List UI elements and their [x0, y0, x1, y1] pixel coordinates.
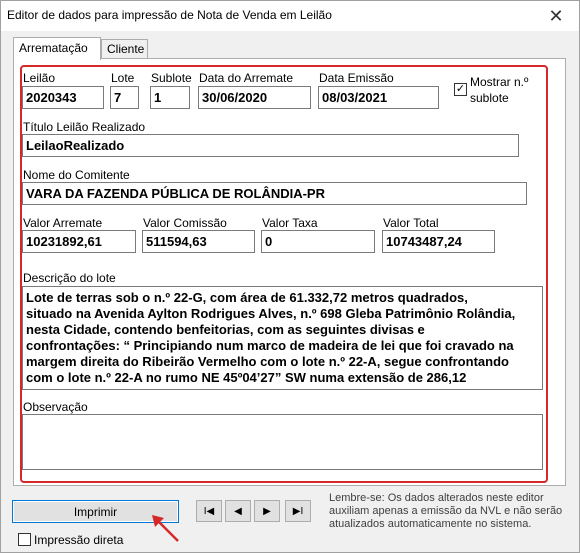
- close-icon[interactable]: ✕: [533, 1, 579, 31]
- titulo-label: Título Leilão Realizado: [23, 120, 146, 134]
- data-arremate-label: Data do Arremate: [199, 71, 294, 85]
- valor-taxa-field[interactable]: 0: [261, 230, 375, 253]
- annotation-arrow-icon: [152, 515, 179, 542]
- valor-arremate-field[interactable]: 10231892,61: [22, 230, 136, 253]
- descricao-line: com o lote n.º 22-A no rumo NE 45º04’27”…: [26, 370, 467, 385]
- next-record-button[interactable]: ▶: [254, 500, 280, 522]
- valor-comissao-field[interactable]: 511594,63: [142, 230, 255, 253]
- tab-arrematacao[interactable]: Arrematação: [13, 37, 101, 60]
- valor-arremate-label: Valor Arremate: [23, 216, 103, 230]
- data-emissao-label: Data Emissão: [319, 71, 394, 85]
- direct-print-label: Impressão direta: [34, 533, 124, 547]
- data-emissao-field[interactable]: 08/03/2021: [318, 86, 439, 109]
- valor-total-field[interactable]: 10743487,24: [382, 230, 495, 253]
- direct-print-checkbox[interactable]: [18, 533, 31, 546]
- comitente-label: Nome do Comitente: [23, 168, 130, 182]
- mostrar-sublote-checkbox[interactable]: ✓: [454, 83, 467, 96]
- descricao-line: confrontações: “ Principiando num marco …: [26, 338, 514, 353]
- data-arremate-field[interactable]: 30/06/2020: [198, 86, 311, 109]
- title-bar: Editor de dados para impressão de Nota d…: [1, 1, 579, 31]
- lote-label: Lote: [111, 71, 135, 85]
- comitente-field[interactable]: VARA DA FAZENDA PÚBLICA DE ROLÂNDIA-PR: [22, 182, 527, 205]
- descricao-line: situado na Avenida Aylton Rodrigues Alve…: [26, 306, 516, 321]
- lote-field[interactable]: 7: [110, 86, 139, 109]
- editor-window: Editor de dados para impressão de Nota d…: [0, 0, 580, 553]
- tab-cliente[interactable]: Cliente: [101, 39, 148, 59]
- valor-taxa-label: Valor Taxa: [262, 216, 318, 230]
- window-title: Editor de dados para impressão de Nota d…: [7, 8, 332, 22]
- mostrar-sublote-label-line1: Mostrar n.º: [470, 75, 529, 89]
- last-record-button[interactable]: ▶I: [285, 500, 311, 522]
- observacao-textarea[interactable]: [22, 414, 543, 470]
- leilao-label: Leilão: [23, 71, 56, 85]
- sublote-label: Sublote: [151, 71, 192, 85]
- valor-total-label: Valor Total: [383, 216, 439, 230]
- hint-text: Lembre-se: Os dados alterados neste edit…: [329, 492, 563, 530]
- leilao-field[interactable]: 2020343: [22, 86, 104, 109]
- descricao-line: margem direita do Ribeirão Vermelho com …: [26, 354, 509, 369]
- descricao-line: nesta Cidade, contendo benfeitorias, com…: [26, 322, 425, 337]
- valor-comissao-label: Valor Comissão: [143, 216, 227, 230]
- prev-record-button[interactable]: ◀: [225, 500, 251, 522]
- observacao-label: Observação: [23, 400, 88, 414]
- descricao-textarea[interactable]: Lote de terras sob o n.º 22-G, com área …: [22, 286, 543, 390]
- titulo-field[interactable]: LeilaoRealizado: [22, 134, 519, 157]
- descricao-line: Lote de terras sob o n.º 22-G, com área …: [26, 290, 468, 305]
- descricao-label: Descrição do lote: [23, 271, 116, 285]
- mostrar-sublote-label-line2: sublote: [470, 91, 509, 105]
- first-record-button[interactable]: I◀: [196, 500, 222, 522]
- sublote-field[interactable]: 1: [150, 86, 190, 109]
